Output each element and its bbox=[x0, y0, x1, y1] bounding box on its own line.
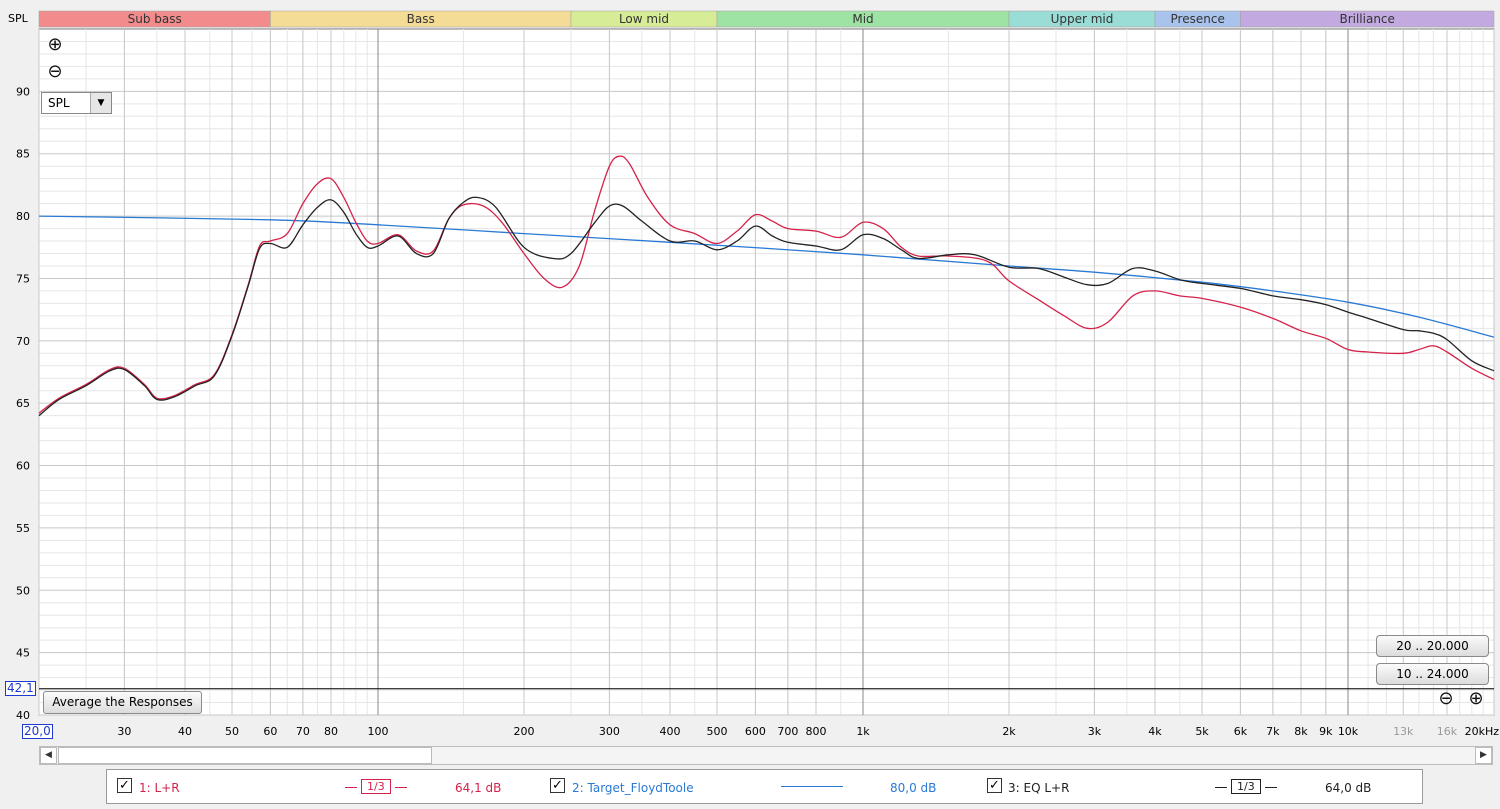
range-20-20000-button[interactable]: 20 .. 20.000 bbox=[1376, 635, 1489, 657]
x-tick-label: 8k bbox=[1294, 725, 1308, 738]
x-zoom-out-icon[interactable]: ⊖ bbox=[1437, 690, 1455, 708]
horizontal-scrollbar[interactable]: ◀ ▶ bbox=[39, 746, 1493, 765]
band-label: Low mid bbox=[619, 12, 669, 26]
band-label: Mid bbox=[852, 12, 873, 26]
band-label: Brilliance bbox=[1339, 12, 1394, 26]
band-label: Sub bass bbox=[128, 12, 182, 26]
x-tick-label: 30 bbox=[117, 725, 131, 738]
x-tick-label: 50 bbox=[225, 725, 239, 738]
legend-item-1-name[interactable]: 1: L+R bbox=[139, 781, 180, 795]
y-tick-label: 60 bbox=[16, 460, 30, 473]
x-tick-label: 9k bbox=[1319, 725, 1333, 738]
x-tick-label: 4k bbox=[1148, 725, 1162, 738]
x-tick-label: 20kHz bbox=[1465, 725, 1500, 738]
legend-item-2-level: 80,0 dB bbox=[890, 781, 937, 795]
y-tick-label: 70 bbox=[16, 335, 30, 348]
y-tick-label: 90 bbox=[16, 85, 30, 98]
legend-item-3-smoothing[interactable]: 1/3 bbox=[1215, 779, 1277, 794]
y-tick-label: 80 bbox=[16, 210, 30, 223]
legend-checkbox-2[interactable]: ✓ bbox=[550, 778, 565, 793]
legend-checkbox-1[interactable]: ✓ bbox=[117, 778, 132, 793]
range-10-24000-button[interactable]: 10 .. 24.000 bbox=[1376, 663, 1489, 685]
x-tick-label: 700 bbox=[777, 725, 798, 738]
x-tick-label: 1k bbox=[856, 725, 870, 738]
x-tick-label: 16k bbox=[1437, 725, 1458, 738]
x-tick-label: 200 bbox=[514, 725, 535, 738]
x-tick-label: 400 bbox=[659, 725, 680, 738]
y-tick-label: 75 bbox=[16, 272, 30, 285]
band-label: Bass bbox=[407, 12, 435, 26]
y-axis-title: SPL bbox=[8, 12, 29, 25]
x-tick-label: 6k bbox=[1234, 725, 1248, 738]
band-label: Upper mid bbox=[1051, 12, 1114, 26]
legend-item-1-level: 64,1 dB bbox=[455, 781, 502, 795]
average-responses-button[interactable]: Average the Responses bbox=[43, 691, 202, 714]
x-tick-label: 100 bbox=[368, 725, 389, 738]
chevron-down-icon[interactable]: ▼ bbox=[90, 93, 111, 113]
scroll-left-arrow-icon[interactable]: ◀ bbox=[40, 747, 57, 764]
x-tick-label: 500 bbox=[707, 725, 728, 738]
x-tick-label: 70 bbox=[296, 725, 310, 738]
legend-panel: ✓ 1: L+R 1/3 64,1 dB ✓ 2: Target_FloydTo… bbox=[106, 769, 1423, 804]
select-value: SPL bbox=[48, 96, 70, 110]
legend-checkbox-3[interactable]: ✓ bbox=[987, 778, 1002, 793]
x-cursor-readout: 20,0 bbox=[22, 724, 53, 739]
x-tick-label: 60 bbox=[263, 725, 277, 738]
x-tick-label: 2k bbox=[1002, 725, 1016, 738]
x-tick-label: 10k bbox=[1338, 725, 1359, 738]
legend-item-2-line bbox=[781, 786, 843, 787]
x-tick-label: 13k bbox=[1393, 725, 1414, 738]
y-tick-label: 40 bbox=[16, 709, 30, 722]
legend-item-1-smoothing[interactable]: 1/3 bbox=[345, 779, 407, 794]
y-tick-label: 85 bbox=[16, 148, 30, 161]
x-tick-label: 7k bbox=[1266, 725, 1280, 738]
x-zoom-in-icon[interactable]: ⊕ bbox=[1467, 690, 1485, 708]
y-tick-label: 65 bbox=[16, 397, 30, 410]
x-tick-label: 300 bbox=[599, 725, 620, 738]
zoom-out-icon[interactable]: ⊖ bbox=[46, 63, 64, 81]
x-tick-label: 40 bbox=[178, 725, 192, 738]
x-tick-label: 5k bbox=[1195, 725, 1209, 738]
y-tick-label: 45 bbox=[16, 647, 30, 660]
spl-chart[interactable]: SPL Sub bass Bass Low mid Mid Upper mid Prese… bbox=[0, 0, 1500, 809]
x-tick-label: 800 bbox=[805, 725, 826, 738]
x-tick-label: 3k bbox=[1088, 725, 1102, 738]
y-tick-label: 50 bbox=[16, 584, 30, 597]
zoom-in-icon[interactable]: ⊕ bbox=[46, 36, 64, 54]
scroll-thumb[interactable] bbox=[58, 747, 432, 764]
y-axis-select[interactable]: SPL ▼ bbox=[41, 92, 112, 114]
scroll-right-arrow-icon[interactable]: ▶ bbox=[1475, 747, 1492, 764]
legend-item-3-name[interactable]: 3: EQ L+R bbox=[1008, 781, 1069, 795]
band-label: Presence bbox=[1171, 12, 1225, 26]
x-tick-label: 600 bbox=[745, 725, 766, 738]
legend-item-2-name[interactable]: 2: Target_FloydToole bbox=[572, 781, 694, 795]
legend-item-3-level: 64,0 dB bbox=[1325, 781, 1372, 795]
x-tick-label: 80 bbox=[324, 725, 338, 738]
y-cursor-readout: 42,1 bbox=[5, 680, 36, 696]
y-tick-label: 55 bbox=[16, 522, 30, 535]
